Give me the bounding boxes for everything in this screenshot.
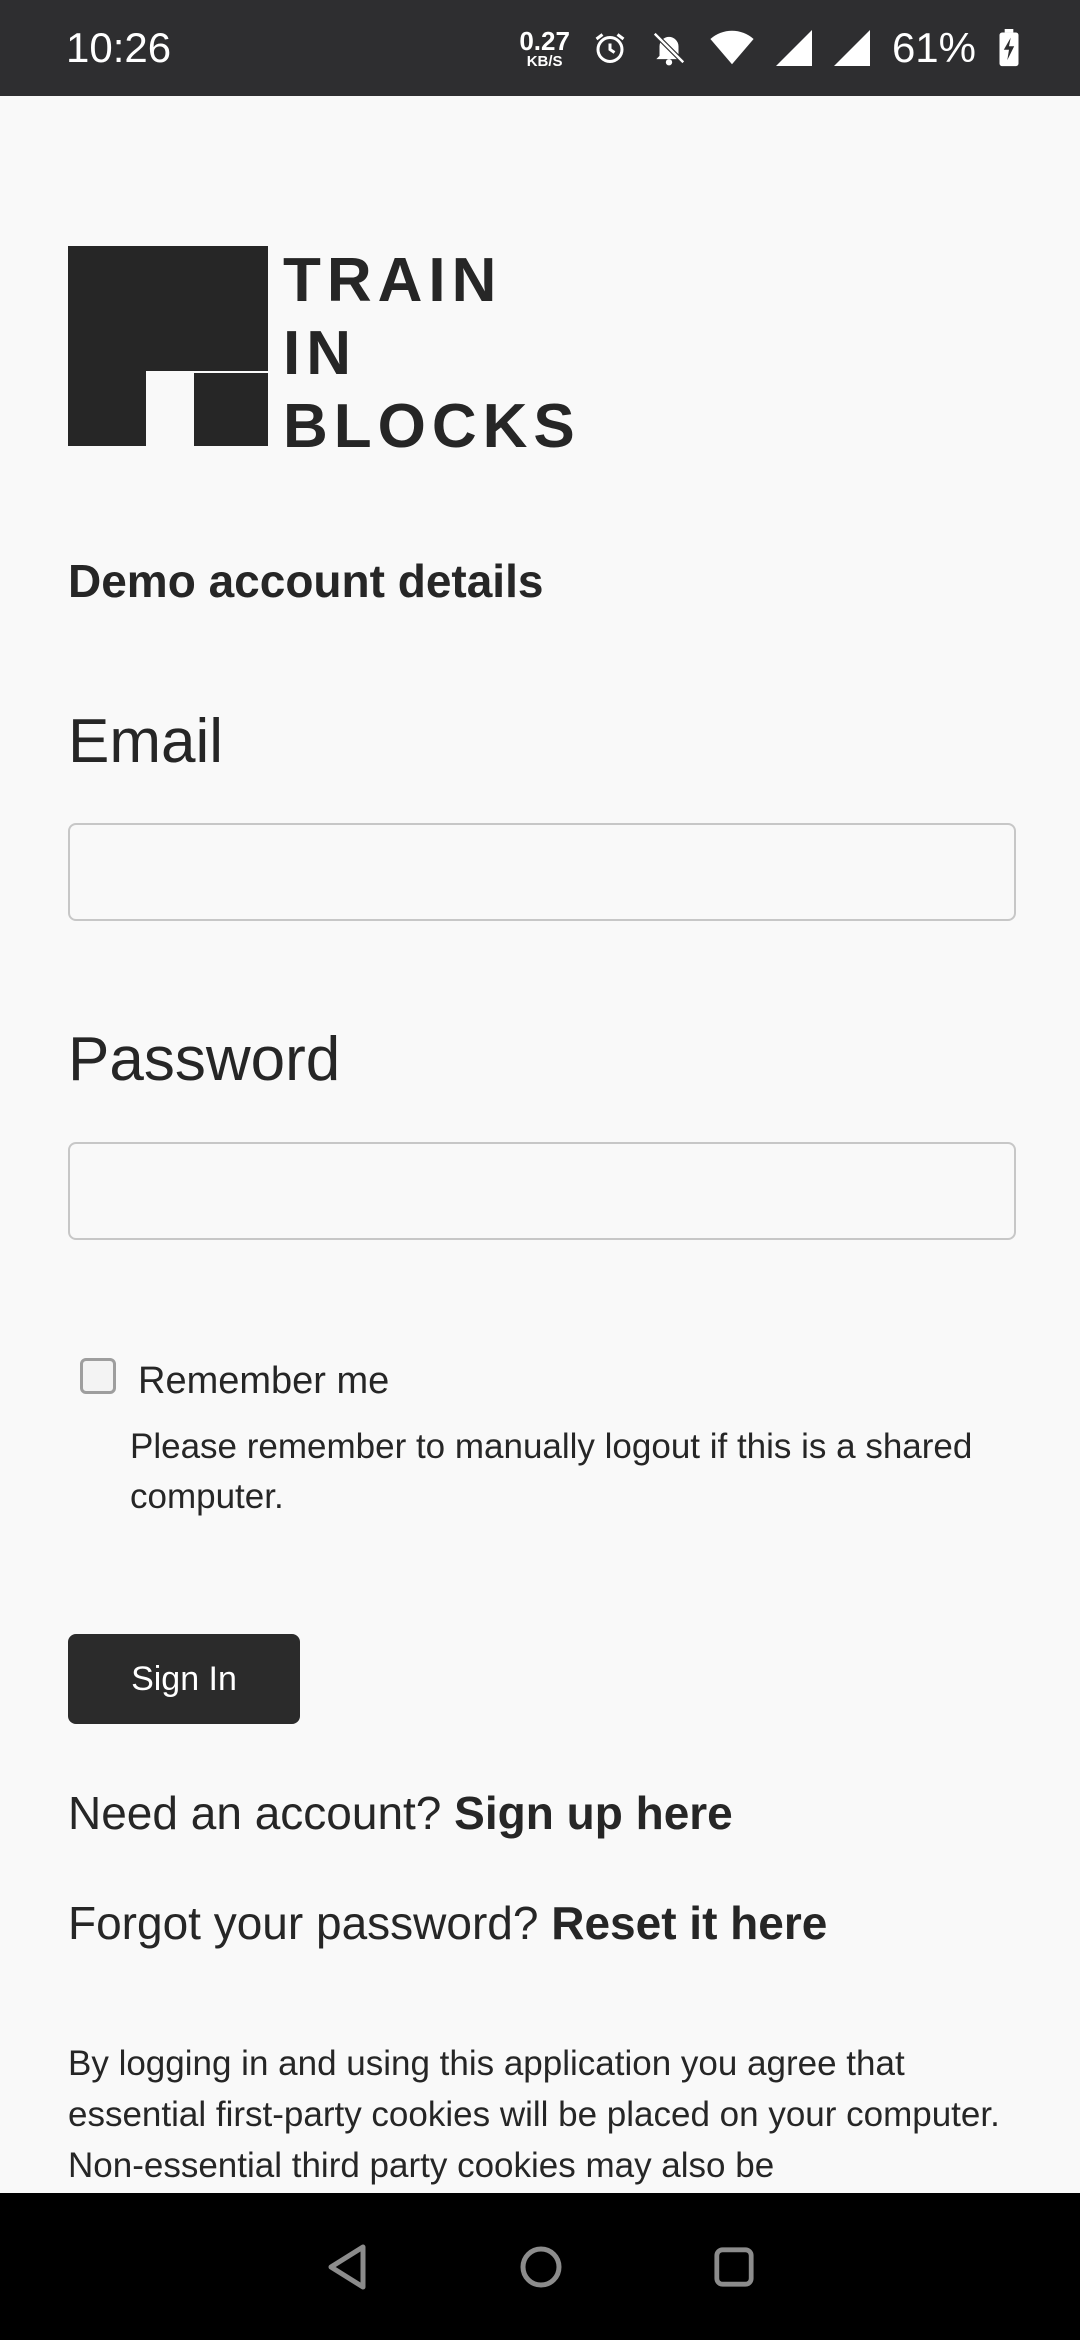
shared-computer-note: Please remember to manually logout if th…: [130, 1427, 973, 1516]
network-speed-value: 0.27: [519, 25, 570, 56]
demo-account-details-link[interactable]: Demo account details: [68, 554, 543, 608]
remember-me-checkbox[interactable]: [80, 1357, 116, 1394]
battery-percent: 61%: [891, 24, 976, 71]
back-icon[interactable]: [325, 2243, 369, 2291]
status-icons: 0.27 KB/S 61%: [519, 24, 1020, 72]
alarm-icon: [592, 30, 628, 66]
sign-in-button[interactable]: Sign In: [68, 1634, 300, 1724]
logo-mark: [68, 246, 268, 446]
train-in-blocks-logo: TRAIN IN BLOCKS: [68, 246, 588, 461]
wifi-icon: [710, 30, 754, 66]
status-time: 10:26: [66, 24, 172, 71]
remember-me-label[interactable]: Remember me: [138, 1360, 389, 1403]
battery-charging-icon: [998, 29, 1020, 67]
reset-prompt-text: Forgot your password?: [68, 1897, 539, 1949]
home-icon[interactable]: [519, 2245, 563, 2289]
password-field[interactable]: [68, 1142, 1016, 1240]
password-label: Password: [68, 1025, 341, 1094]
signal-icon: [833, 30, 870, 66]
reset-prompt: Forgot your password? Reset it here: [68, 1896, 827, 1950]
logo-wordmark: TRAIN IN BLOCKS: [283, 244, 581, 463]
reset-password-link[interactable]: Reset it here: [551, 1897, 827, 1949]
logo-line-1: TRAIN: [283, 246, 503, 315]
email-label: Email: [68, 707, 224, 776]
cookie-notice: By logging in and using this application…: [68, 2044, 1000, 2185]
network-speed-unit: KB/S: [526, 52, 563, 70]
signal-icon: [775, 30, 812, 66]
recents-icon[interactable]: [713, 2246, 755, 2288]
network-speed: 0.27 KB/S: [519, 28, 570, 69]
status-bar: 10:26 0.27 KB/S 61%: [0, 0, 1080, 96]
notifications-off-icon: [650, 29, 688, 67]
navigation-bar: [0, 2193, 1080, 2340]
sign-up-link[interactable]: Sign up here: [454, 1787, 733, 1839]
remember-me-row[interactable]: Remember me: [80, 1348, 389, 1403]
logo-line-3: BLOCKS: [283, 392, 581, 461]
logo-line-2: IN: [283, 319, 357, 388]
signup-prompt: Need an account? Sign up here: [68, 1786, 733, 1840]
signup-prompt-text: Need an account?: [68, 1787, 442, 1839]
email-field[interactable]: [68, 823, 1016, 921]
